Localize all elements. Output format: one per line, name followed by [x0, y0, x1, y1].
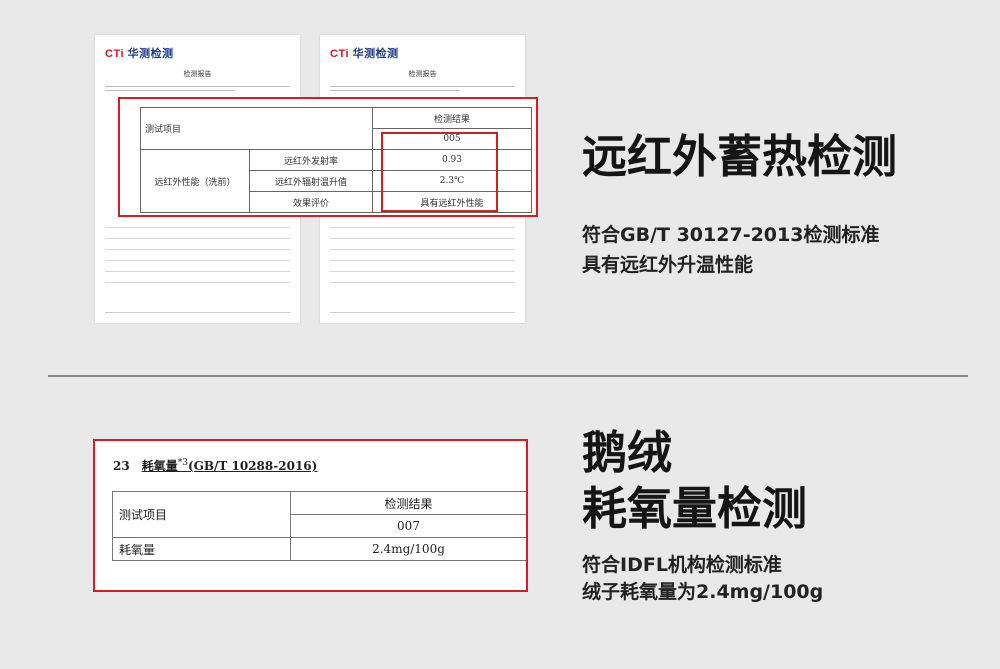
report-footer-line: [105, 312, 290, 313]
far-infrared-heading: 远红外蓄热检测: [582, 130, 898, 183]
cti-logo: CTi 华测检测: [105, 48, 174, 60]
row-label: 远红外辐射温升值: [249, 170, 373, 192]
report-footer-line: [330, 312, 515, 313]
col-test-item: 测试项目: [140, 107, 373, 150]
col-test-item: 测试项目: [112, 491, 291, 538]
row-label: 远红外发射率: [249, 149, 373, 171]
caption-title: 耗氧量*3(GB/T 10288-2016): [141, 458, 318, 473]
group-label: 远红外性能（洗前）: [140, 149, 250, 213]
down-claim: 绒子耗氧量为2.4mg/100g: [582, 581, 824, 603]
report-grid: [330, 217, 515, 283]
col-test-result: 检测结果: [372, 107, 532, 129]
far-infrared-standard: 符合GB/T 30127-2013检测标准: [582, 224, 880, 246]
result-highlight-box: [381, 132, 498, 212]
report-meta-lines: [105, 83, 290, 93]
oxygen-consumption-table-box: 23 耗氧量*3(GB/T 10288-2016) 测试项目 检测结果 007 耗…: [93, 439, 528, 592]
report-title: 检测报告: [408, 70, 437, 78]
table-caption: 23 耗氧量*3(GB/T 10288-2016): [113, 457, 317, 474]
row-label: 耗氧量: [112, 537, 291, 561]
far-infrared-claim: 具有远红外升温性能: [582, 254, 754, 276]
report-title: 检测报告: [183, 70, 212, 78]
caption-number: 23: [113, 459, 130, 473]
row-label: 效果评价: [249, 191, 373, 213]
down-heading-line2: 耗氧量检测: [582, 482, 808, 535]
row-value: 2.4mg/100g: [290, 537, 526, 561]
oxygen-consumption-table: 测试项目 检测结果 007 耗氧量 2.4mg/100g: [112, 491, 526, 561]
cti-logo: CTi 华测检测: [330, 48, 399, 60]
report-meta-lines: [330, 83, 515, 93]
down-standard: 符合IDFL机构检测标准: [582, 554, 782, 576]
result-code: 007: [290, 514, 526, 538]
report-grid: [105, 217, 290, 283]
section-divider: [48, 375, 968, 377]
down-heading-line1: 鹅绒: [582, 426, 673, 479]
col-test-result: 检测结果: [290, 491, 526, 515]
faded-reflection: [582, 610, 852, 630]
